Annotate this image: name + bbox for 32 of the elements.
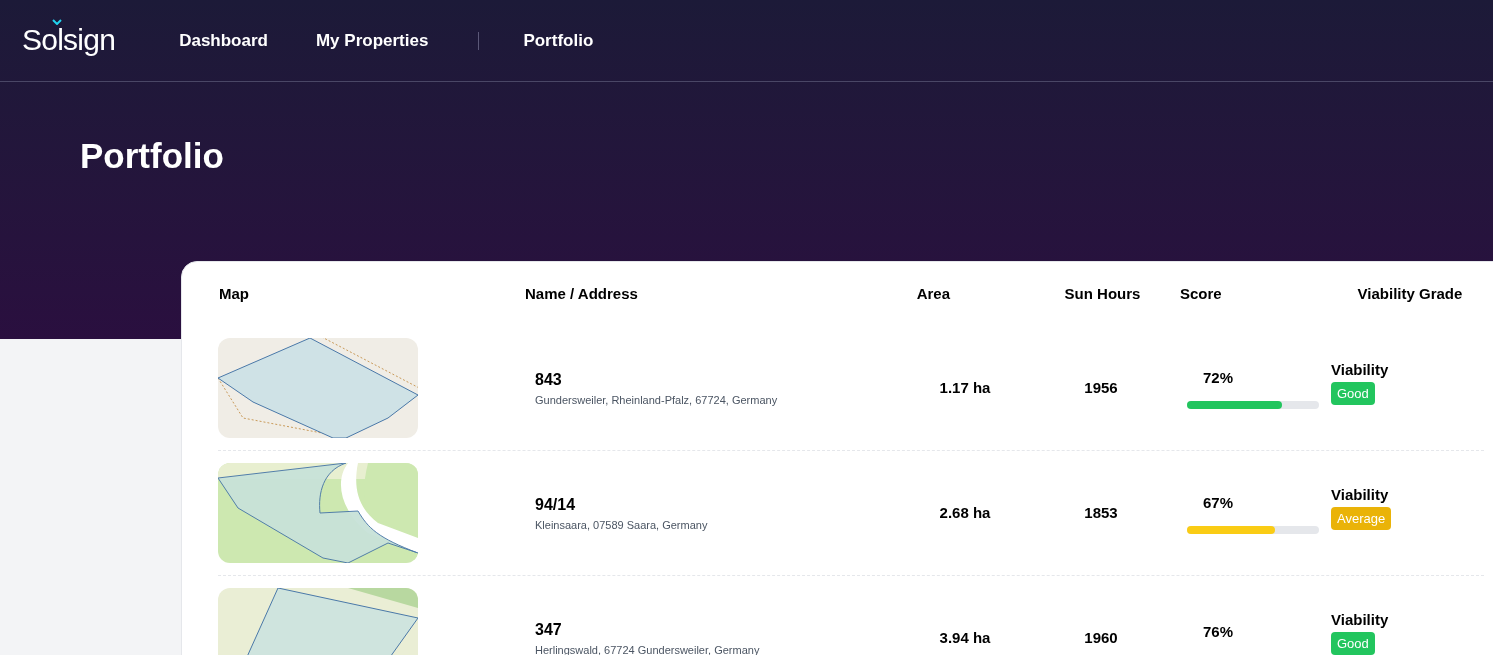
sun-hours-value: 1960: [1084, 629, 1118, 646]
grade-badge: Good: [1331, 381, 1375, 405]
column-header: Viability Grade: [1357, 284, 1463, 302]
area-value: 3.94 ha: [939, 629, 991, 646]
nav-link[interactable]: Dashboard: [179, 27, 268, 54]
score-value: 67%: [1203, 492, 1235, 513]
nav-link[interactable]: My Properties: [315, 27, 429, 54]
viability-label: Viability: [1331, 360, 1389, 380]
page-title: Portfolio: [80, 138, 224, 173]
sun-hours-value: 1853: [1084, 504, 1118, 521]
score-value: 76%: [1203, 621, 1235, 642]
property-name[interactable]: 843: [535, 367, 915, 392]
area-value: 2.68 ha: [939, 504, 991, 521]
nav-link[interactable]: Portfolio: [523, 27, 594, 54]
column-header: Sun Hours: [1064, 284, 1141, 302]
grade-badge: Average: [1331, 506, 1392, 530]
viability-label: Viability: [1331, 485, 1389, 505]
viability-label: Viability: [1331, 610, 1389, 630]
check-icon: [52, 18, 62, 25]
property-name[interactable]: 347: [535, 617, 915, 642]
logo[interactable]: Solsign: [22, 22, 116, 56]
column-header: Map: [219, 284, 249, 302]
property-name[interactable]: 94/14: [535, 492, 915, 517]
sun-hours-value: 1956: [1084, 379, 1118, 396]
column-header: Score: [1180, 284, 1222, 302]
grade-badge: Good: [1331, 631, 1375, 655]
area-value: 1.17 ha: [939, 379, 991, 396]
property-address: Gundersweiler, Rheinland-Pfalz, 67724, Germany: [535, 392, 779, 408]
column-header: Area: [916, 284, 950, 302]
column-header: Name / Address: [525, 284, 638, 302]
property-address: Kleinsaara, 07589 Saara, Germany: [535, 517, 709, 533]
score-value: 72%: [1203, 367, 1235, 388]
